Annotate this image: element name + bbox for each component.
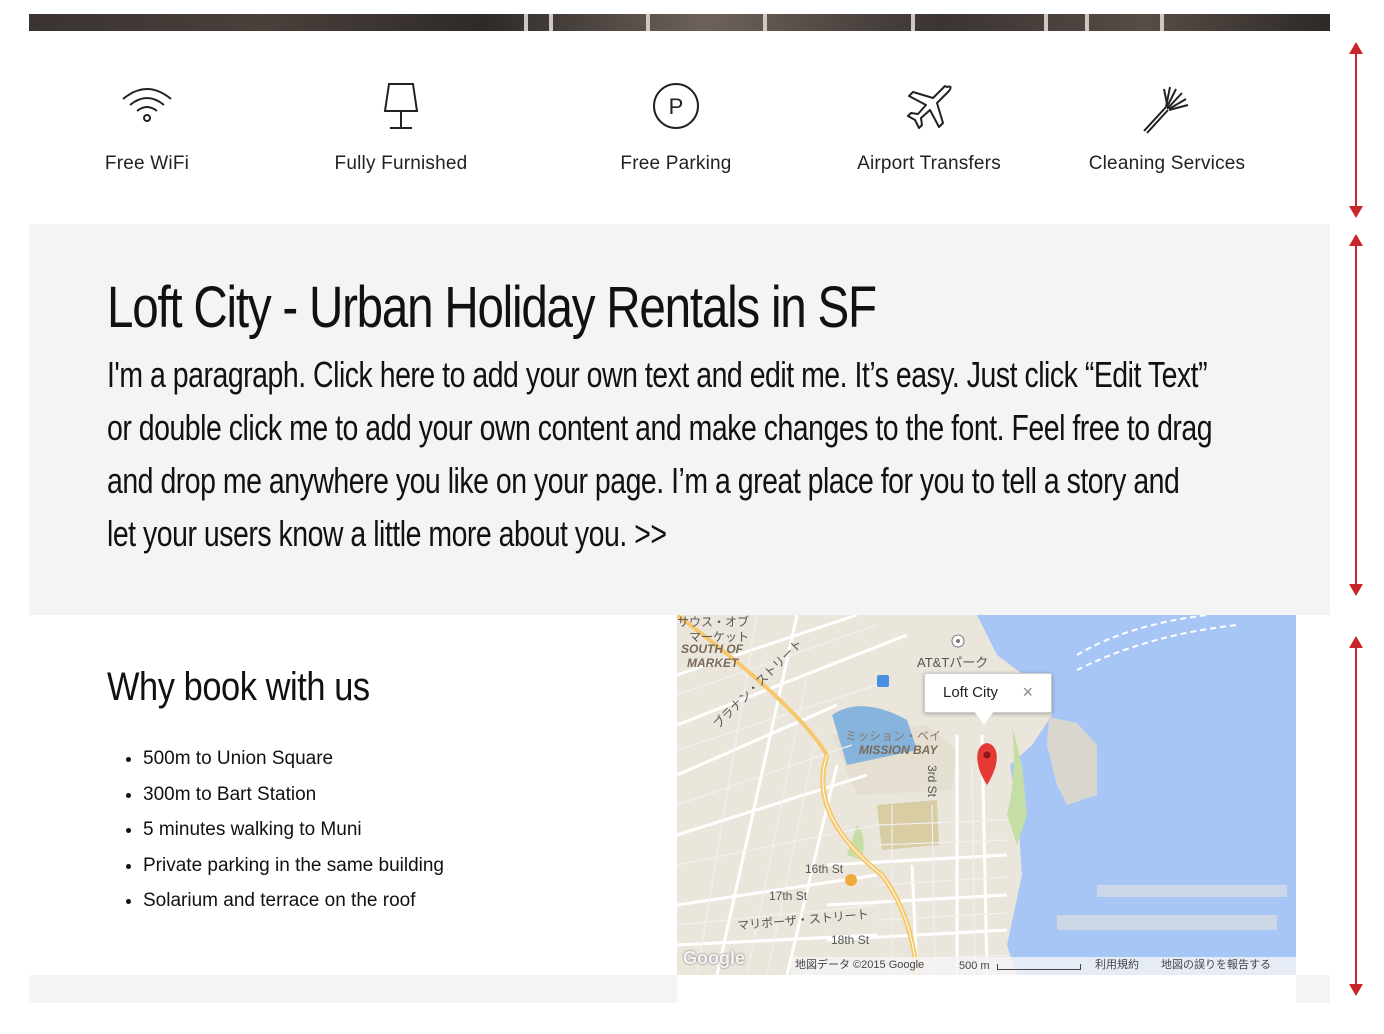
map-info-popup[interactable]: Loft City ×	[924, 673, 1052, 713]
duster-icon	[1143, 86, 1189, 134]
lamp-icon	[383, 83, 419, 129]
amenity-label: Free Parking	[620, 153, 732, 174]
map-label: 17th St	[769, 889, 808, 903]
list-item: 5 minutes walking to Muni	[143, 812, 444, 848]
page-title: Loft City - Urban Holiday Rentals in SF	[107, 275, 877, 340]
location-map[interactable]: サウス・オブ マーケット SOUTH OF MARKET AT&Tパーク ミッシ…	[677, 615, 1296, 975]
bottom-band	[1296, 975, 1330, 1003]
list-item: Private parking in the same building	[143, 848, 444, 884]
map-label: MARKET	[687, 656, 739, 670]
popup-tail	[974, 711, 994, 725]
amenity-label: Cleaning Services	[1088, 153, 1246, 174]
map-label: 16th St	[805, 862, 844, 876]
map-data-credit: 地図データ ©2015 Google	[795, 959, 925, 971]
why-book-section: Why book with us 500m to Union Square 30…	[29, 615, 677, 975]
map-footer: 地図データ ©2015 Google 500 m 利用規約 地図の誤りを報告する	[677, 955, 1296, 975]
bottom-band	[29, 975, 677, 1003]
section-height-arrow	[1349, 234, 1363, 596]
amenity-label: Airport Transfers	[857, 153, 1001, 174]
amenity-furnished: Fully Furnished	[301, 81, 501, 175]
section-height-arrow	[1349, 42, 1363, 218]
map-scale-bar	[997, 964, 1081, 970]
map-label: 3rd St	[925, 765, 939, 798]
amenity-cleaning: Cleaning Services	[1067, 81, 1267, 175]
intro-section: Loft City - Urban Holiday Rentals in SF …	[29, 224, 1330, 615]
map-label: AT&Tパーク	[917, 655, 989, 670]
parking-icon: P	[653, 83, 699, 129]
amenity-label: Fully Furnished	[334, 153, 468, 174]
svg-text:P: P	[669, 94, 684, 119]
airplane-icon	[907, 85, 952, 129]
intro-paragraph[interactable]: I'm a paragraph. Click here to add your …	[107, 348, 1213, 560]
list-item: 300m to Bart Station	[143, 777, 444, 813]
close-icon[interactable]: ×	[1022, 682, 1033, 703]
map-scale-label: 500 m	[959, 960, 990, 972]
amenity-airport: Airport Transfers	[829, 81, 1029, 175]
map-label: ミッション・ベイ	[845, 729, 942, 743]
amenity-wifi: Free WiFi	[47, 81, 247, 175]
why-book-list: 500m to Union Square 300m to Bart Statio…	[123, 741, 444, 919]
section-height-arrow	[1349, 636, 1363, 996]
amenity-label: Free WiFi	[104, 153, 190, 174]
why-book-title: Why book with us	[107, 665, 370, 709]
map-label: SOUTH OF	[681, 642, 743, 656]
map-label: 18th St	[831, 933, 870, 947]
list-item: Solarium and terrace on the roof	[143, 883, 444, 919]
wifi-icon	[122, 88, 172, 122]
map-terms-link[interactable]: 利用規約	[1095, 956, 1139, 972]
map-label: MISSION BAY	[859, 743, 938, 757]
amenity-parking: P Free Parking	[576, 81, 776, 175]
list-item: 500m to Union Square	[143, 741, 444, 777]
hero-image-strip	[29, 14, 1330, 31]
amenities-section: Free WiFi Fully Furnished P Free Parking…	[29, 31, 1330, 224]
popup-title: Loft City	[943, 684, 999, 701]
map-report-link[interactable]: 地図の誤りを報告する	[1161, 956, 1271, 972]
